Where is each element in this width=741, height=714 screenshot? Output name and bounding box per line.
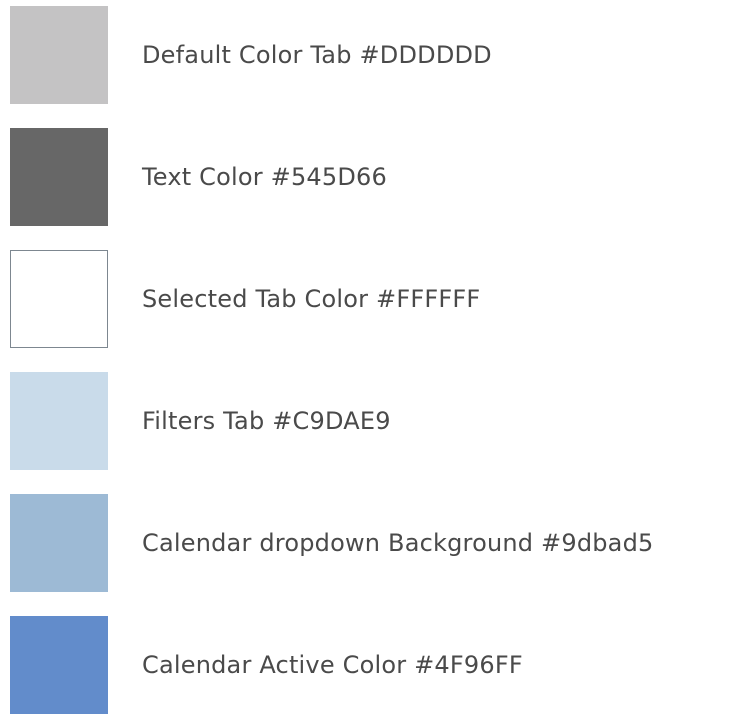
color-swatch — [10, 494, 108, 592]
color-swatch — [10, 250, 108, 348]
color-swatch — [10, 6, 108, 104]
swatch-label: Default Color Tab #DDDDDD — [142, 41, 492, 69]
swatch-row-filters-tab: Filters Tab #C9DAE9 — [10, 372, 730, 470]
swatch-row-default-tab: Default Color Tab #DDDDDD — [10, 6, 730, 104]
swatch-label: Calendar Active Color #4F96FF — [142, 651, 523, 679]
color-swatch — [10, 128, 108, 226]
swatch-row-calendar-active: Calendar Active Color #4F96FF — [10, 616, 730, 714]
swatch-row-selected-tab: Selected Tab Color #FFFFFF — [10, 250, 730, 348]
swatch-label: Text Color #545D66 — [142, 163, 387, 191]
swatch-label: Selected Tab Color #FFFFFF — [142, 285, 481, 313]
color-swatch — [10, 372, 108, 470]
swatch-row-text-color: Text Color #545D66 — [10, 128, 730, 226]
color-palette-legend: Default Color Tab #DDDDDD Text Color #54… — [10, 6, 730, 714]
color-swatch — [10, 616, 108, 714]
swatch-label: Calendar dropdown Background #9dbad5 — [142, 529, 654, 557]
swatch-row-calendar-dropdown: Calendar dropdown Background #9dbad5 — [10, 494, 730, 592]
swatch-label: Filters Tab #C9DAE9 — [142, 407, 391, 435]
